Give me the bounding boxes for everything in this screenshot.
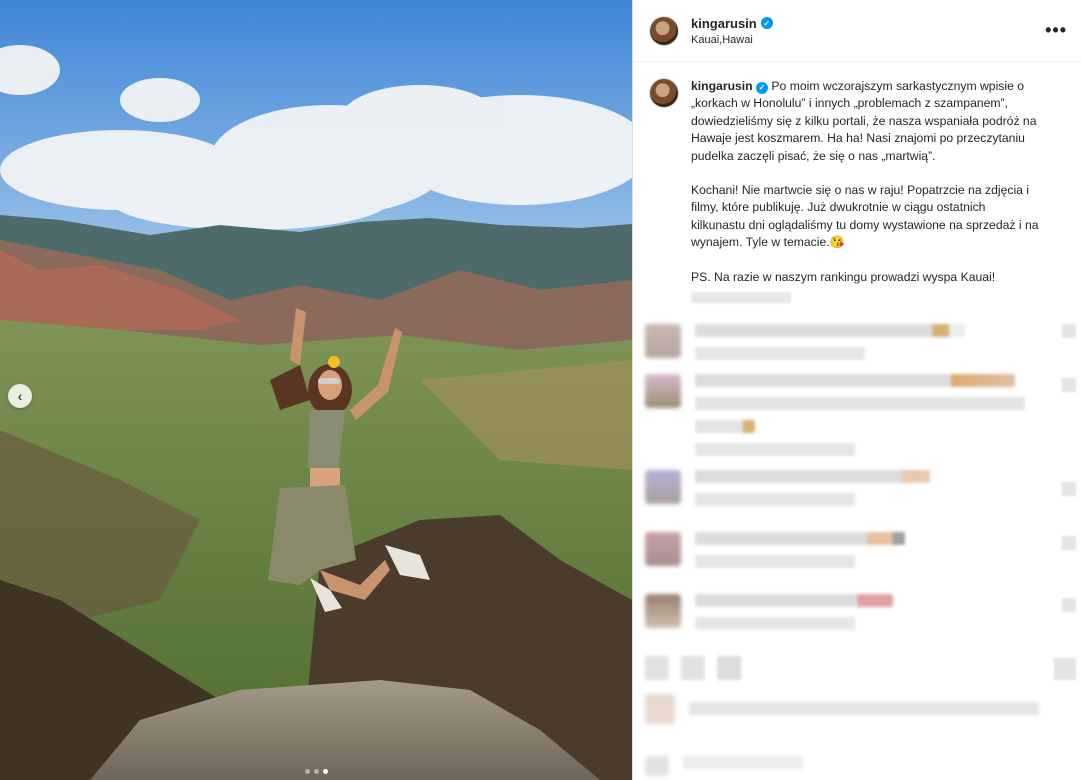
carousel-dot [313, 769, 319, 774]
post-photo[interactable]: ‹ [0, 0, 632, 780]
landscape-image [0, 0, 632, 780]
post-location[interactable]: Kauai,Hawai [691, 34, 1045, 46]
author-username[interactable]: kingarusin [691, 16, 757, 31]
avatar[interactable] [645, 374, 681, 408]
post-header: kingarusin ✓ Kauai,Hawai ••• [633, 0, 1081, 62]
action-icons-blurred [645, 656, 741, 690]
comment-item [645, 532, 905, 578]
avatar[interactable] [645, 532, 681, 566]
likes-row-blurred [645, 694, 1039, 725]
like-comment-icon[interactable] [1062, 536, 1076, 550]
chevron-left-icon: ‹ [17, 388, 23, 404]
caption-paragraph-3: PS. Na razie w naszym rankingu prowadzi … [691, 269, 996, 284]
caption-timestamp-blurred [691, 292, 791, 304]
carousel-dot [304, 769, 310, 774]
comment-item [645, 324, 965, 370]
avatar[interactable] [645, 324, 681, 358]
avatar [645, 694, 675, 724]
verified-badge-icon: ✓ [756, 81, 769, 94]
post-caption: kingarusin ✓ Po moim wczorajszym sarkast… [633, 62, 1081, 304]
like-comment-icon[interactable] [1062, 482, 1076, 496]
bookmark-icon[interactable] [1054, 658, 1076, 680]
avatar[interactable] [649, 78, 679, 108]
more-options-icon[interactable]: ••• [1045, 20, 1067, 41]
verified-badge-icon: ✓ [760, 17, 773, 29]
post-side-panel: kingarusin ✓ Kauai,Hawai ••• kingarusin … [632, 0, 1081, 780]
avatar[interactable] [645, 470, 681, 504]
carousel-indicator [0, 769, 632, 774]
caption-paragraph-2: Kochani! Nie martwcie się o nas w raju! … [691, 183, 1039, 250]
carousel-prev-button[interactable]: ‹ [8, 384, 32, 408]
avatar[interactable] [649, 15, 679, 46]
instagram-post-view: ‹ kingarusin ✓ Kauai,Hawai ••• kingarusi… [0, 0, 1081, 780]
carousel-dot-active [322, 769, 328, 774]
author-username-row: kingarusin ✓ [691, 16, 1045, 31]
comment-item [645, 470, 930, 516]
avatar[interactable] [645, 594, 681, 628]
comment-item [645, 374, 1025, 466]
comment-item [645, 594, 893, 640]
post-author-block: kingarusin ✓ Kauai,Hawai [691, 16, 1045, 46]
like-comment-icon[interactable] [1062, 378, 1076, 392]
like-comment-icon[interactable] [1062, 324, 1076, 338]
like-comment-icon[interactable] [1062, 598, 1076, 612]
comment-input-blurred[interactable] [645, 756, 803, 779]
caption-username[interactable]: kingarusin [691, 79, 753, 93]
caption-paragraph-1: kingarusin ✓ Po moim wczorajszym sarkast… [691, 78, 1041, 165]
caption-body: kingarusin ✓ Po moim wczorajszym sarkast… [691, 78, 1041, 304]
